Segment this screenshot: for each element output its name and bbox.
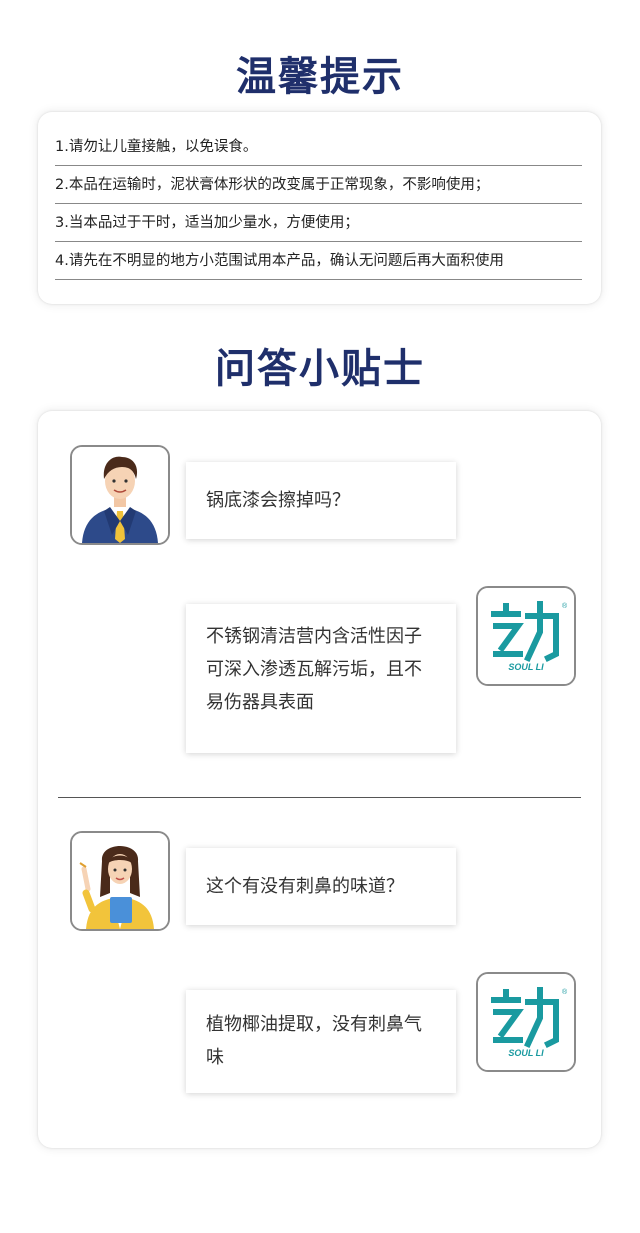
qa-title: 问答小贴士 — [215, 346, 425, 392]
brand-logo-text: SOUL LI — [508, 1048, 544, 1058]
answer-bubble: 植物椰油提取，没有刺鼻气味 — [186, 990, 456, 1093]
tip-item: 3.当本品过于干时，适当加少量水，方便使用； — [55, 204, 582, 242]
answer-bubble: 不锈钢清洁营内含活性因子可深入渗透瓦解污垢，且不易伤器具表面 — [186, 604, 456, 753]
man-avatar-icon — [70, 445, 170, 545]
question-bubble: 这个有没有刺鼻的味道？ — [186, 848, 456, 925]
brand-logo-icon: SOUL LI ® — [476, 972, 576, 1072]
tip-item: 2.本品在运输时，泥状膏体形状的改变属于正常现象，不影响使用； — [55, 166, 582, 204]
qa-card: 锅底漆会擦掉吗？ 不锈钢清洁营内含活性因子可深入渗透瓦解污垢，且不易伤器具表面 … — [38, 411, 601, 1148]
tip-item: 1.请勿让儿童接触，以免误食。 — [55, 128, 582, 166]
woman-avatar-icon — [70, 831, 170, 931]
qa-divider — [58, 797, 581, 798]
brand-logo-text: SOUL LI — [508, 662, 544, 672]
tips-title: 温馨提示 — [236, 54, 404, 100]
registered-mark: ® — [562, 988, 568, 996]
registered-mark: ® — [562, 602, 568, 610]
tips-card: 1.请勿让儿童接触，以免误食。 2.本品在运输时，泥状膏体形状的改变属于正常现象… — [38, 112, 601, 304]
tip-item: 4.请先在不明显的地方小范围试用本产品，确认无问题后再大面积使用 — [55, 242, 582, 280]
brand-logo-icon: SOUL LI ® — [476, 586, 576, 686]
question-bubble: 锅底漆会擦掉吗？ — [186, 462, 456, 539]
